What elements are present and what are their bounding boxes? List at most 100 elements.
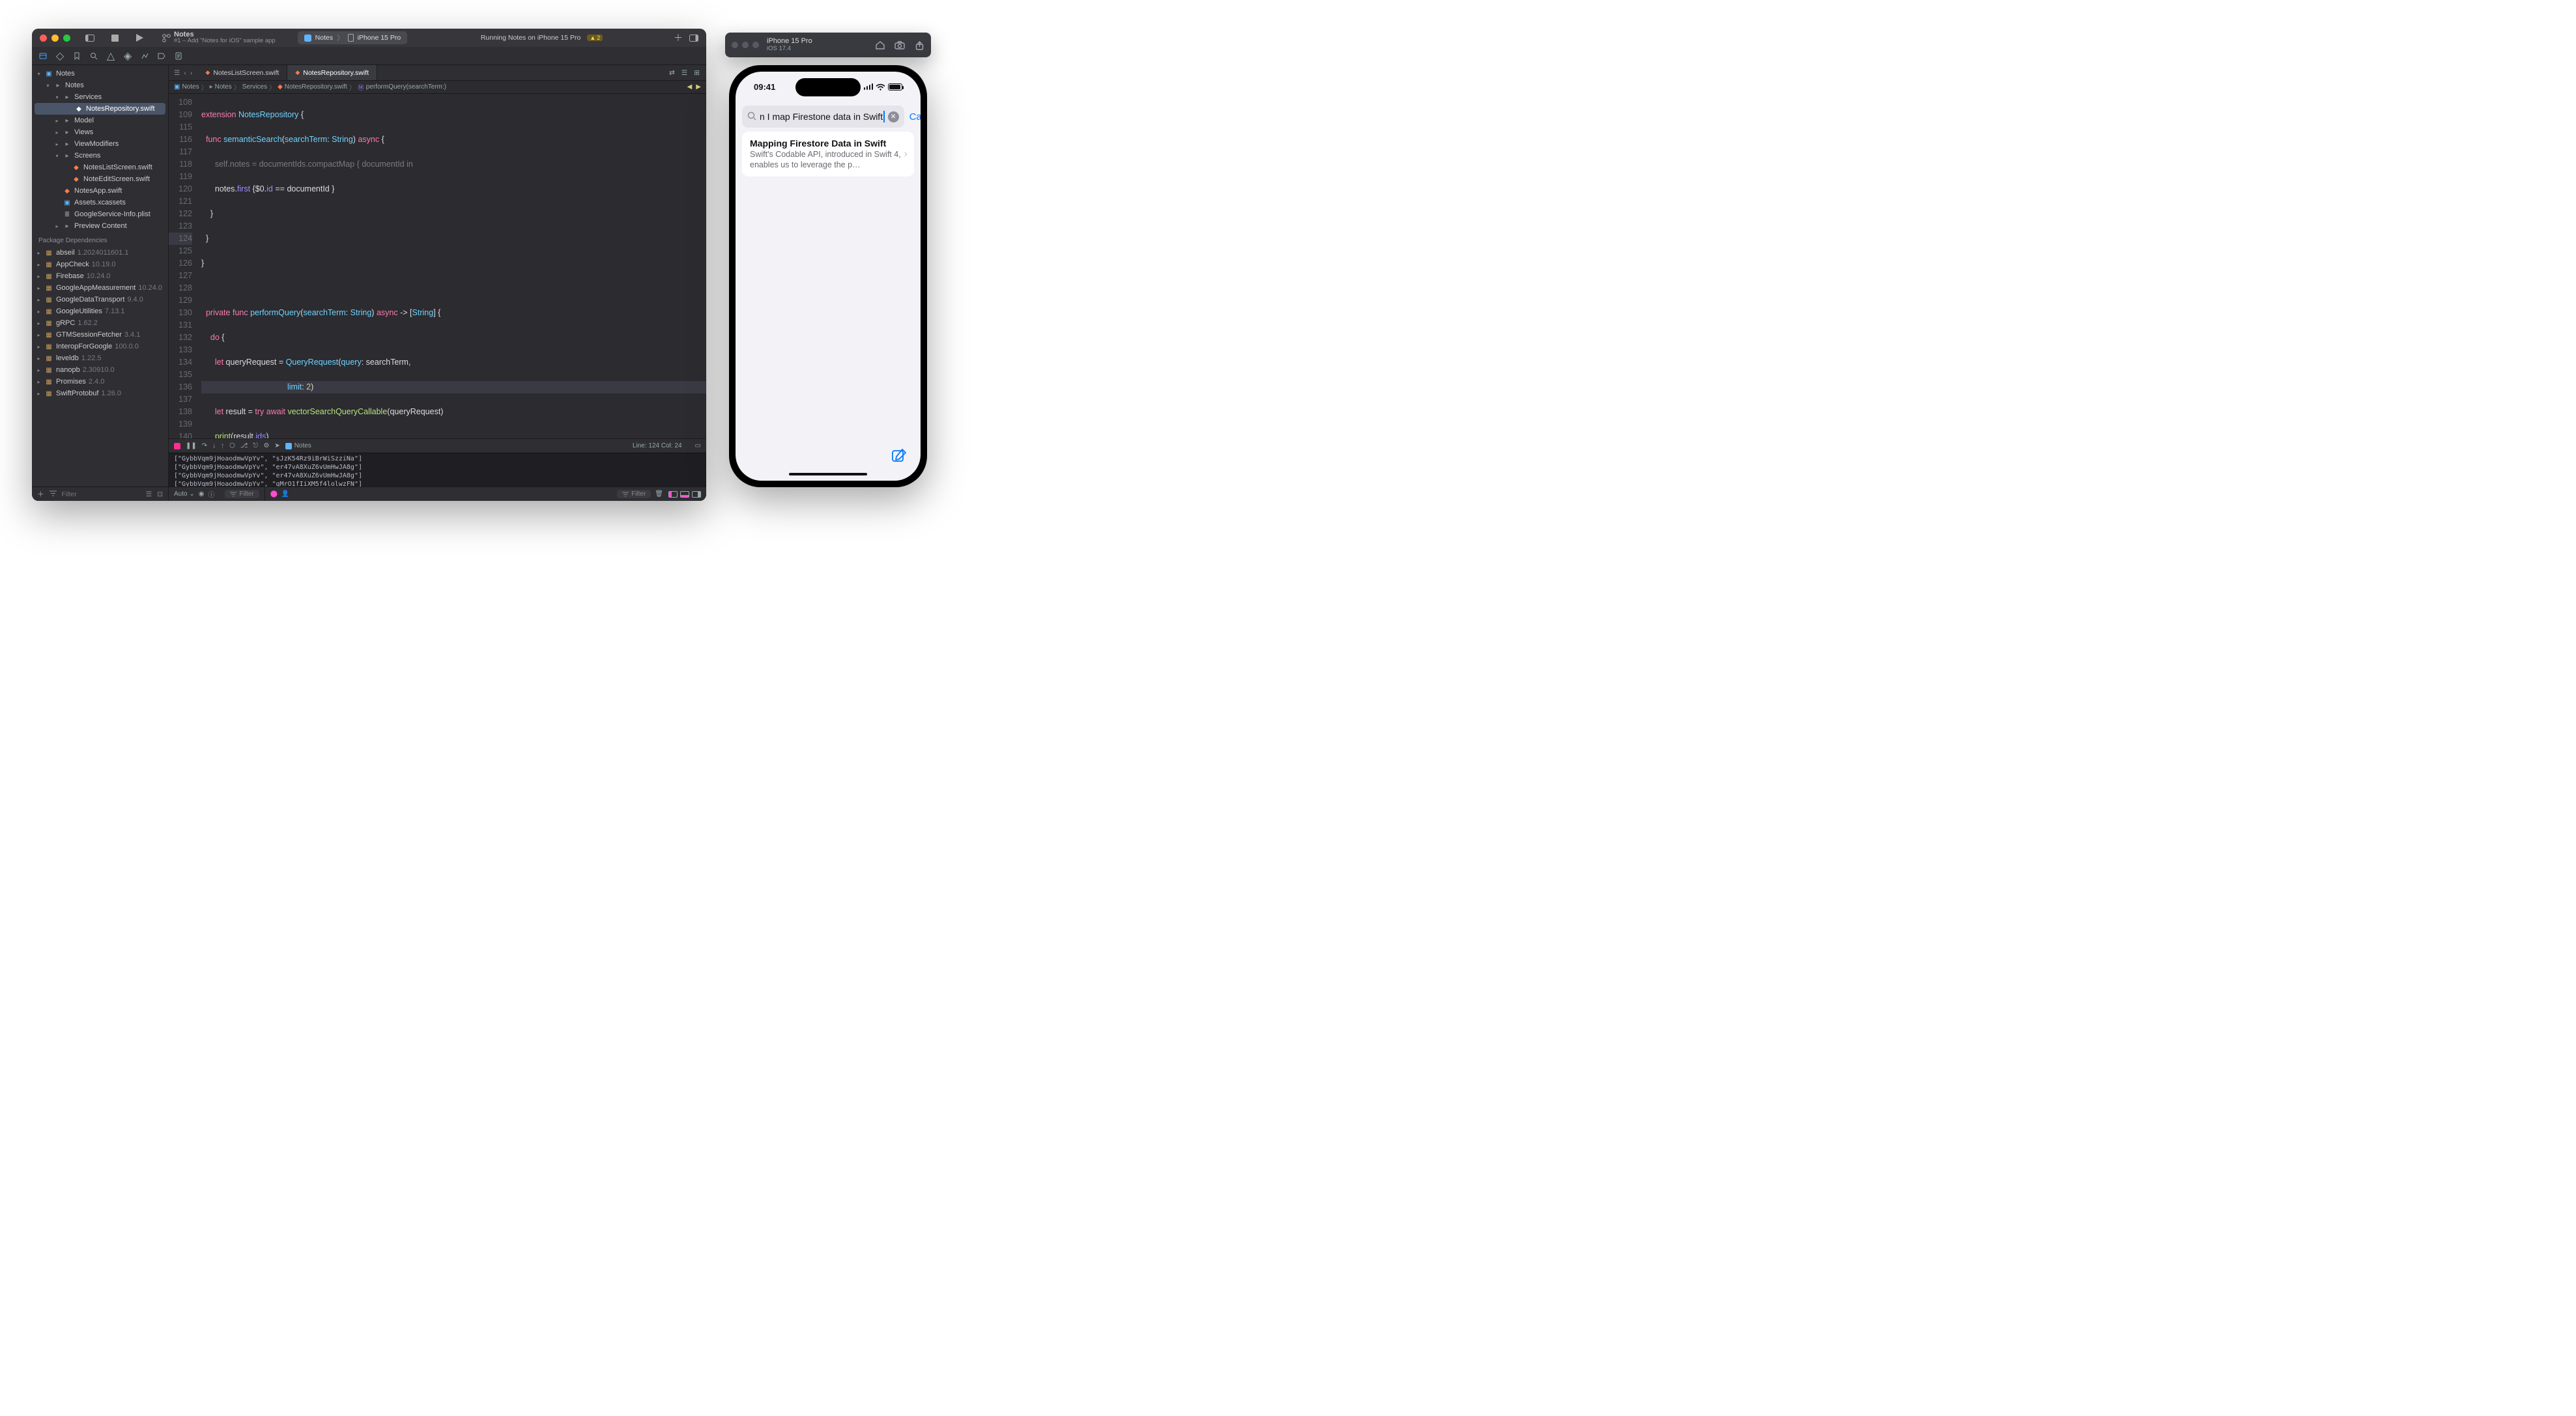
- screenshot-icon[interactable]: [894, 40, 905, 50]
- breakpoint-toggle[interactable]: [174, 443, 180, 449]
- editor-tab-active[interactable]: ◆ NotesRepository.swift: [287, 65, 377, 80]
- disclosure-icon[interactable]: ▸: [54, 118, 60, 124]
- step-into-icon[interactable]: ↑: [221, 442, 224, 449]
- disclosure-icon[interactable]: ▸: [36, 332, 42, 338]
- breakpoint-navigator-icon[interactable]: [157, 51, 166, 61]
- package-dependency-item[interactable]: ▸▦GoogleUtilities7.13.1: [32, 305, 168, 317]
- disclosure-icon[interactable]: ▾: [54, 94, 60, 100]
- package-dependency-item[interactable]: ▸▦leveldb1.22.5: [32, 352, 168, 364]
- search-result-card[interactable]: Mapping Firestore Data in Swift Swift's …: [742, 132, 914, 177]
- console-user-icon[interactable]: 👤: [281, 490, 289, 498]
- disclosure-icon[interactable]: ▾: [36, 71, 42, 77]
- file-tree-item-selected[interactable]: ◆NotesRepository.swift: [35, 103, 165, 115]
- scm-filter-icon[interactable]: ⊡: [157, 490, 163, 498]
- window-close[interactable]: [40, 35, 47, 42]
- project-indicator[interactable]: Notes #1 – Add "Notes for iOS" sample ap…: [162, 31, 276, 45]
- console-target-icon[interactable]: ⬤: [270, 490, 278, 498]
- file-tree-item[interactable]: ▸▸ViewModifiers: [32, 138, 168, 150]
- package-dependency-item[interactable]: ▸▦AppCheck10.19.0: [32, 259, 168, 270]
- package-dependency-item[interactable]: ▸▦SwiftProtobuf1.26.0: [32, 388, 168, 399]
- add-editor-icon[interactable]: ⊞: [694, 69, 700, 77]
- sim-minimize[interactable]: [742, 42, 749, 48]
- find-navigator-icon[interactable]: [89, 51, 98, 61]
- disclosure-icon[interactable]: ▸: [36, 344, 42, 350]
- nav-back-icon[interactable]: ‹: [184, 69, 186, 77]
- adjust-editor-icon[interactable]: ☰: [681, 69, 687, 77]
- compose-button[interactable]: [891, 447, 908, 464]
- debug-console[interactable]: ["GybbVqm9jHoaodmwVpYv", "sJzK54Rz9iBrWi…: [169, 453, 706, 487]
- location-icon[interactable]: ➤: [274, 442, 279, 449]
- scheme-picker[interactable]: Notes 〉 iPhone 15 Pro: [298, 31, 408, 44]
- file-tree-item[interactable]: ▾▸Screens: [32, 150, 168, 162]
- package-dependency-item[interactable]: ▸▦abseil1.2024011601.1: [32, 247, 168, 259]
- nav-forward-icon[interactable]: ›: [190, 69, 193, 77]
- disclosure-icon[interactable]: ▸: [36, 262, 42, 268]
- disclosure-icon[interactable]: ▾: [45, 83, 51, 89]
- disclosure-icon[interactable]: ▸: [36, 367, 42, 373]
- process-picker[interactable]: Notes: [285, 442, 311, 449]
- file-tree-item[interactable]: ▸▸Preview Content: [32, 220, 168, 232]
- project-root[interactable]: ▾ ▣ Notes: [32, 68, 168, 79]
- disclosure-icon[interactable]: ▸: [36, 309, 42, 315]
- continue-icon[interactable]: ↷: [202, 442, 207, 449]
- disclosure-icon[interactable]: ▸: [36, 250, 42, 256]
- code-review-icon[interactable]: ⇄: [669, 69, 675, 77]
- disclosure-icon[interactable]: ▸: [54, 141, 60, 147]
- info-icon[interactable]: ⓘ: [208, 489, 214, 499]
- project-navigator-icon[interactable]: [38, 51, 48, 61]
- file-tree-item[interactable]: ◆NoteEditScreen.swift: [32, 173, 168, 185]
- variables-filter-input[interactable]: Filter: [225, 490, 259, 498]
- share-icon[interactable]: [914, 40, 924, 50]
- package-dependency-item[interactable]: ▸▦GoogleDataTransport9.4.0: [32, 294, 168, 305]
- bookmarks-navigator-icon[interactable]: [72, 51, 81, 61]
- code-editor[interactable]: 1081091151161171181191201211221231241251…: [169, 94, 706, 438]
- add-button[interactable]: ＋: [674, 31, 683, 44]
- disclosure-icon[interactable]: ▸: [54, 223, 60, 229]
- report-navigator-icon[interactable]: [174, 51, 183, 61]
- toggle-left-panel-icon[interactable]: [82, 35, 98, 42]
- home-indicator[interactable]: [789, 473, 867, 475]
- auto-variables-picker[interactable]: Auto ⌄: [174, 490, 195, 498]
- file-tree-item[interactable]: ≣GoogleService-Info.plist: [32, 208, 168, 220]
- issue-navigator-icon[interactable]: △: [106, 51, 115, 61]
- file-tree-item[interactable]: ◆NotesApp.swift: [32, 185, 168, 197]
- package-dependency-item[interactable]: ▸▦InteropForGoogle100.0.0: [32, 341, 168, 352]
- step-over-icon[interactable]: ↓: [212, 442, 216, 449]
- filter-icon[interactable]: [50, 490, 57, 498]
- home-icon[interactable]: [875, 40, 885, 50]
- toggle-right-panel-icon[interactable]: [689, 35, 698, 42]
- pause-icon[interactable]: ❚❚: [186, 442, 197, 449]
- add-file-button[interactable]: ＋: [37, 489, 44, 499]
- recent-files-icon[interactable]: ☰: [146, 490, 152, 498]
- file-tree-item[interactable]: ▸▸Views: [32, 126, 168, 138]
- package-dependency-item[interactable]: ▸▦nanopb2.30910.0: [32, 364, 168, 376]
- window-minimize[interactable]: [51, 35, 59, 42]
- sidebar-filter-input[interactable]: Filter: [62, 490, 141, 498]
- package-dependency-item[interactable]: ▸▦GoogleAppMeasurement10.24.0: [32, 282, 168, 294]
- console-filter-input[interactable]: Filter: [617, 490, 651, 498]
- environment-icon[interactable]: ⚙: [263, 442, 269, 449]
- related-items-icon[interactable]: ☰: [174, 69, 180, 77]
- sim-close[interactable]: [732, 42, 738, 48]
- next-issue-icon[interactable]: ▶: [696, 83, 701, 91]
- debug-view-icon[interactable]: ⎇: [240, 442, 248, 449]
- disclosure-icon[interactable]: ▸: [36, 379, 42, 385]
- trash-icon[interactable]: 🗑: [655, 490, 663, 498]
- package-dependency-item[interactable]: ▸▦gRPC1.62.2: [32, 317, 168, 329]
- file-tree-item[interactable]: ▾▸Services: [32, 91, 168, 103]
- disclosure-icon[interactable]: ▸: [36, 274, 42, 279]
- stop-button[interactable]: [107, 34, 122, 42]
- source-code[interactable]: extension NotesRepository { func semanti…: [199, 94, 706, 438]
- search-field[interactable]: n I map Firestone data in Swift ✕: [742, 106, 904, 128]
- disclosure-icon[interactable]: ▸: [36, 297, 42, 303]
- file-tree-item[interactable]: ▾▸Notes: [32, 79, 168, 91]
- step-out-icon[interactable]: ⬡: [229, 442, 235, 449]
- disclosure-icon[interactable]: ▸: [54, 130, 60, 135]
- disclosure-icon[interactable]: ▸: [36, 356, 42, 361]
- editor-tab[interactable]: ◆ NotesListScreen.swift: [197, 65, 287, 80]
- file-tree-item[interactable]: ◆NotesListScreen.swift: [32, 162, 168, 173]
- toggle-console-view[interactable]: [692, 491, 701, 498]
- sim-zoom[interactable]: [752, 42, 759, 48]
- test-navigator-icon[interactable]: ◈: [123, 51, 132, 61]
- disclosure-icon[interactable]: ▾: [54, 153, 60, 159]
